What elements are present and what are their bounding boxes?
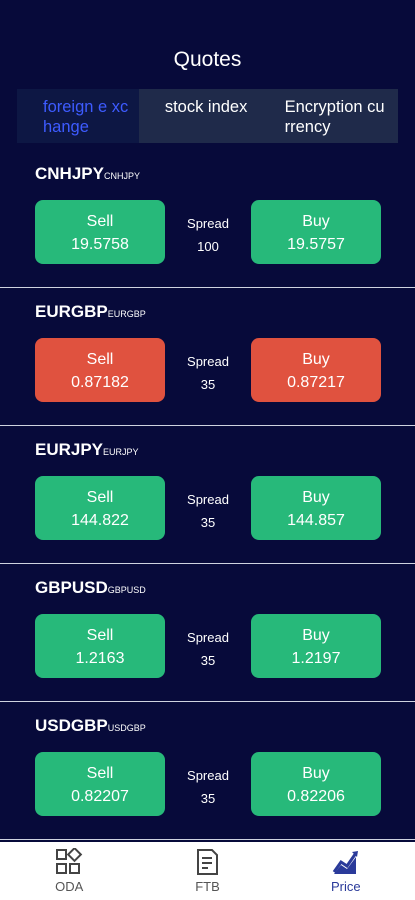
quote-row[interactable]: CNHJPYCNHJPY Sell 19.5758 Spread 100 Buy 19…	[0, 150, 415, 288]
spread-info: Spread 35	[165, 626, 251, 672]
tab-stock-index[interactable]: stock index	[139, 89, 261, 143]
page-title: Quotes	[173, 48, 242, 71]
symbol-name: USDGBPUSDGBP	[35, 716, 146, 735]
category-tabs: foreign e xchange stock index Encryption…	[17, 89, 398, 143]
nav-item-oda[interactable]: ODA	[0, 842, 138, 900]
buy-button[interactable]: Buy 0.87217	[251, 338, 381, 402]
nav-item-price[interactable]: Price	[277, 842, 415, 900]
symbol-name: GBPUSDGBPUSD	[35, 578, 146, 597]
buy-price: 19.5757	[287, 236, 345, 253]
sell-price: 0.87182	[71, 374, 129, 391]
symbol-code: USDGBP	[107, 723, 146, 733]
spread-info: Spread 35	[165, 488, 251, 534]
sell-button[interactable]: Sell 0.82207	[35, 752, 165, 816]
buy-button[interactable]: Buy 19.5757	[251, 200, 381, 264]
spread-value: 35	[200, 791, 216, 806]
nav-item-ftb[interactable]: FTB	[138, 842, 276, 900]
bottom-nav: ODA FTB Price	[0, 842, 415, 900]
buy-price: 1.2197	[291, 650, 341, 667]
buy-button[interactable]: Buy 0.82206	[251, 752, 381, 816]
sell-button[interactable]: Sell 19.5758	[35, 200, 165, 264]
sell-price: 0.82207	[71, 788, 129, 805]
symbol-name: EURGBPEURGBP	[35, 302, 146, 321]
symbol-name: CNHJPYCNHJPY	[35, 164, 140, 183]
sell-button[interactable]: Sell 144.822	[35, 476, 165, 540]
spread-value: 35	[200, 377, 216, 392]
chart-icon	[332, 851, 358, 874]
buy-price: 0.87217	[287, 374, 345, 391]
sell-price: 144.822	[71, 512, 129, 529]
quote-row[interactable]: EURGBPEURGBP Sell 0.87182 Spread 35 Buy 0.8…	[0, 288, 415, 426]
buy-button[interactable]: Buy 1.2197	[251, 614, 381, 678]
spread-value: 100	[197, 239, 219, 254]
spread-info: Spread 100	[165, 212, 251, 258]
spread-value: 35	[200, 653, 216, 668]
quote-row[interactable]: USDGBPUSDGBP Sell 0.82207 Spread 35 Buy 0.8…	[0, 702, 415, 840]
symbol-code: GBPUSD	[107, 585, 146, 595]
grid-icon	[56, 848, 83, 874]
buy-button[interactable]: Buy 144.857	[251, 476, 381, 540]
quote-row[interactable]: EURJPYEURJPY Sell 144.822 Spread 35 Buy 144…	[0, 426, 415, 564]
document-icon	[197, 849, 219, 875]
symbol-code: EURGBP	[107, 309, 146, 319]
symbol-name: EURJPYEURJPY	[35, 440, 139, 459]
sell-button[interactable]: Sell 1.2163	[35, 614, 165, 678]
spread-info: Spread 35	[165, 350, 251, 396]
tab-foreign-exchange[interactable]: foreign e xchange	[17, 89, 139, 143]
spread-info: Spread 35	[165, 764, 251, 810]
buy-price: 0.82206	[287, 788, 345, 805]
sell-price: 19.5758	[71, 236, 129, 253]
quote-row[interactable]: GBPUSDGBPUSD Sell 1.2163 Spread 35 Buy 1.21…	[0, 564, 415, 702]
spread-value: 35	[200, 515, 216, 530]
symbol-code: EURJPY	[103, 447, 139, 457]
sell-price: 1.2163	[75, 650, 125, 667]
quote-list: CNHJPYCNHJPY Sell 19.5758 Spread 100 Buy 19…	[0, 150, 415, 840]
symbol-code: CNHJPY	[103, 171, 140, 181]
sell-button[interactable]: Sell 0.87182	[35, 338, 165, 402]
buy-price: 144.857	[287, 512, 345, 529]
tab-encryption-currency[interactable]: Encryption currency	[261, 89, 398, 143]
